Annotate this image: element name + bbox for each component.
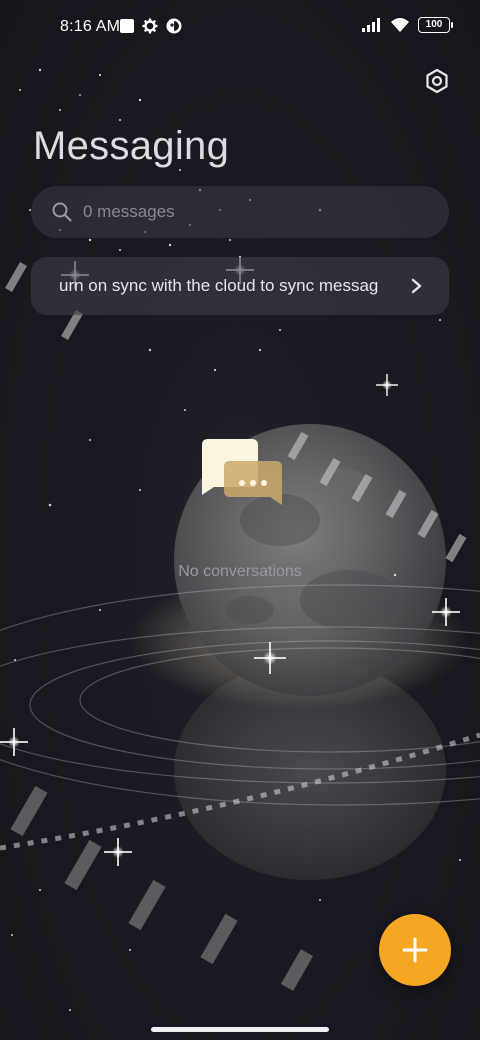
settings-button[interactable] [420, 64, 454, 98]
status-time: 8:16 AM [60, 18, 121, 35]
settings-icon [426, 68, 448, 94]
chevron-right-icon [411, 278, 422, 294]
home-indicator[interactable] [151, 1027, 329, 1032]
search-bar[interactable]: 0 messages [31, 186, 449, 238]
new-conversation-button[interactable] [379, 914, 451, 986]
search-icon [52, 202, 72, 222]
empty-state: No conversations [150, 435, 330, 595]
battery-icon: 100 [418, 17, 453, 33]
sync-banner-text: urn on sync with the cloud to sync messa… [59, 276, 379, 295]
plus-icon [402, 937, 428, 963]
status-bar: 8:16 AM 100 [0, 0, 480, 56]
cloud-sync-banner[interactable]: urn on sync with the cloud to sync messa… [31, 257, 449, 315]
search-placeholder: 0 messages [83, 202, 175, 221]
app-notification-icon [166, 18, 182, 34]
wifi-icon [391, 18, 409, 32]
square-notification-icon [120, 19, 134, 33]
page-title: Messaging [33, 124, 230, 168]
chat-bubbles-icon [202, 439, 282, 505]
status-system-icons: 100 [362, 17, 453, 33]
empty-state-text: No conversations [178, 563, 302, 580]
messaging-screen: 8:16 AM 100 Messaging 0 messages urn on … [0, 0, 480, 1040]
signal-icon [362, 18, 380, 32]
status-notification-icons [120, 18, 182, 34]
gear-icon [142, 18, 158, 34]
